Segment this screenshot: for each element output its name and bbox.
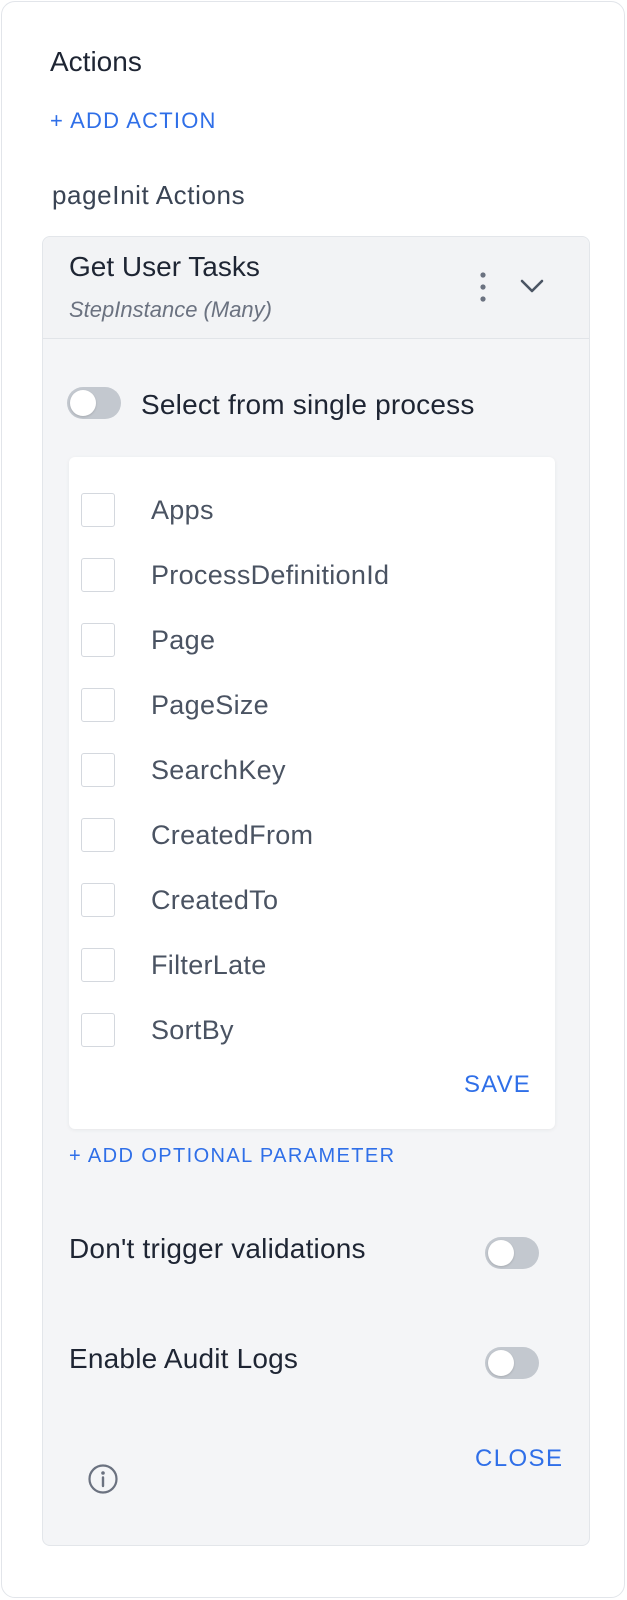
parameter-row-pagesize[interactable]: PageSize [69,682,555,732]
parameter-checkbox[interactable] [81,688,115,722]
add-optional-parameter-button[interactable]: + ADD OPTIONAL PARAMETER [69,1145,395,1168]
parameter-checkbox[interactable] [81,753,115,787]
parameter-row-page[interactable]: Page [69,617,555,667]
single-process-toggle[interactable] [67,387,121,419]
parameter-checkbox[interactable] [81,948,115,982]
action-card-header[interactable]: Get User Tasks StepInstance (Many) [43,237,589,339]
parameter-label: PageSize [151,690,269,720]
parameter-row-processdefinitionid[interactable]: ProcessDefinitionId [69,552,555,602]
action-card: Get User Tasks StepInstance (Many) Selec… [42,236,590,1546]
actions-title: Actions [50,46,142,77]
single-process-label: Select from single process [141,389,475,420]
close-button[interactable]: CLOSE [475,1445,563,1473]
parameter-checkbox[interactable] [81,818,115,852]
parameter-row-filterlate[interactable]: FilterLate [69,942,555,992]
action-subtitle: StepInstance (Many) [69,297,272,322]
kebab-menu-icon[interactable] [471,269,495,305]
actions-panel: Actions + ADD ACTION pageInit Actions Ge… [1,1,625,1598]
info-icon[interactable] [87,1463,119,1495]
save-button[interactable]: SAVE [464,1071,531,1099]
action-title: Get User Tasks [69,251,260,282]
parameter-row-createdto[interactable]: CreatedTo [69,877,555,927]
parameter-row-sortby[interactable]: SortBy [69,1007,555,1057]
parameter-label: CreatedFrom [151,820,314,850]
add-action-button[interactable]: + ADD ACTION [50,108,217,134]
parameter-list: Apps ProcessDefinitionId Page PageSize S… [69,457,555,1129]
parameter-label: SearchKey [151,755,286,785]
parameter-label: Page [151,625,216,655]
parameter-label: FilterLate [151,950,267,980]
toggle-knob [488,1350,514,1376]
dont-trigger-validations-toggle[interactable] [485,1237,539,1269]
parameter-row-apps[interactable]: Apps [69,487,555,537]
parameter-label: Apps [151,495,214,525]
parameter-checkbox[interactable] [81,623,115,657]
parameter-checkbox[interactable] [81,558,115,592]
parameter-checkbox[interactable] [81,1013,115,1047]
pageinit-actions-title: pageInit Actions [52,180,246,210]
chevron-down-icon[interactable] [517,271,547,301]
enable-audit-logs-label: Enable Audit Logs [69,1343,299,1374]
parameter-row-searchkey[interactable]: SearchKey [69,747,555,797]
parameter-checkbox[interactable] [81,883,115,917]
toggle-knob [488,1240,514,1266]
dont-trigger-validations-label: Don't trigger validations [69,1233,366,1264]
parameter-label: ProcessDefinitionId [151,560,390,590]
toggle-knob [70,390,96,416]
parameter-checkbox[interactable] [81,493,115,527]
parameter-label: CreatedTo [151,885,279,915]
parameter-row-createdfrom[interactable]: CreatedFrom [69,812,555,862]
parameter-label: SortBy [151,1015,234,1045]
enable-audit-logs-toggle[interactable] [485,1347,539,1379]
